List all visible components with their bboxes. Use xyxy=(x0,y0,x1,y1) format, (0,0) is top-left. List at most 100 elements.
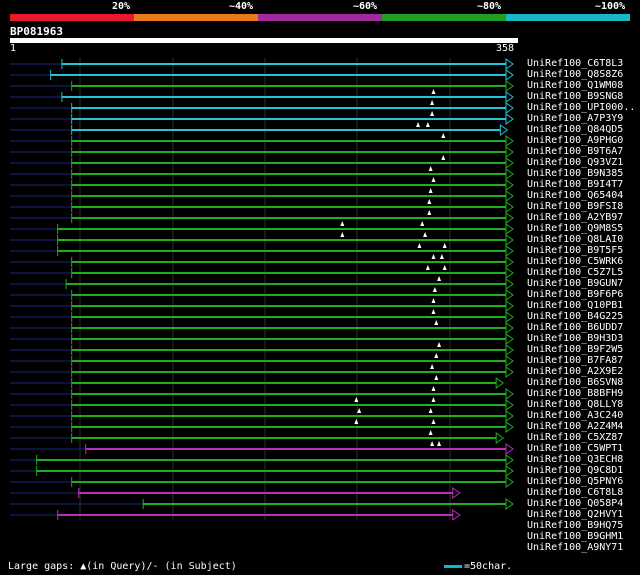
query-gap-marker xyxy=(439,254,444,259)
hit-label[interactable]: UniRef100_B9H3D3 xyxy=(527,333,623,344)
hit-arrow-head xyxy=(499,124,509,136)
hit-label[interactable]: UniRef100_A9NY71 xyxy=(527,542,623,553)
query-gap-marker xyxy=(354,419,359,424)
hit-label[interactable]: UniRef100_Q9M8S5 xyxy=(527,223,623,234)
hit-arrow-head xyxy=(505,58,514,70)
scale-bar xyxy=(444,564,462,568)
hit-label[interactable]: UniRef100_C5WPT1 xyxy=(527,443,623,454)
query-gap-marker xyxy=(430,111,435,116)
hit-arrow-head xyxy=(505,355,514,367)
hit-arrow-head xyxy=(505,410,514,422)
hit-arrow-head xyxy=(505,289,514,301)
hit-label[interactable]: UniRef100_Q10PB1 xyxy=(527,300,623,311)
hit-label[interactable]: UniRef100_B7FA87 xyxy=(527,355,623,366)
hit-arrow-head xyxy=(505,245,514,257)
hit-arrow-head xyxy=(505,333,514,345)
hit-label[interactable]: UniRef100_C6T8L8 xyxy=(527,487,623,498)
hit-label[interactable]: UniRef100_A2X9E2 xyxy=(527,366,623,377)
query-gap-marker xyxy=(423,232,428,237)
hit-label[interactable]: UniRef100_Q93VZ1 xyxy=(527,157,623,168)
query-gap-marker xyxy=(431,386,436,391)
query-gap-marker xyxy=(431,89,436,94)
hit-label[interactable]: UniRef100_Q2HVY1 xyxy=(527,509,623,520)
hit-label[interactable]: UniRef100_Q3ECH8 xyxy=(527,454,623,465)
hit-label[interactable]: UniRef100_B9T5F5 xyxy=(527,245,623,256)
hit-label[interactable]: UniRef100_B9F2W5 xyxy=(527,344,623,355)
query-gap-marker xyxy=(430,100,435,105)
hit-label[interactable]: UniRef100_Q84QD5 xyxy=(527,124,623,135)
query-gap-marker xyxy=(434,353,439,358)
query-gap-marker xyxy=(354,397,359,402)
query-gap-marker xyxy=(417,243,422,248)
query-gap-marker xyxy=(437,342,442,347)
hit-label[interactable]: UniRef100_Q8LAI0 xyxy=(527,234,623,245)
hit-label[interactable]: UniRef100_C6T8L3 xyxy=(527,58,623,69)
hit-arrow-head xyxy=(505,399,514,411)
hit-arrow-head xyxy=(452,509,461,520)
hit-arrow-head xyxy=(505,322,514,334)
hit-label[interactable]: UniRef100_B6SVN8 xyxy=(527,377,623,388)
hit-label[interactable]: UniRef100_B9SNG8 xyxy=(527,91,623,102)
blast-overview-panel: 20% ~40% ~60% ~80% ~100% BP081963 1 358 … xyxy=(0,0,640,575)
hit-label[interactable]: UniRef100_C5XZ87 xyxy=(527,432,623,443)
hit-arrow-head xyxy=(505,388,514,400)
hit-arrow-head xyxy=(505,366,514,378)
hit-label[interactable]: UniRef100_A7P3Y9 xyxy=(527,113,623,124)
query-gap-marker xyxy=(428,166,433,171)
hit-label[interactable]: UniRef100_A9PHG0 xyxy=(527,135,623,146)
hit-label[interactable]: UniRef100_B9HQ75 xyxy=(527,520,623,531)
hit-label[interactable]: UniRef100_B9F6P6 xyxy=(527,289,623,300)
hit-label[interactable]: UniRef100_A2YB97 xyxy=(527,212,623,223)
hit-arrow-head xyxy=(505,102,514,114)
hit-arrow-head xyxy=(495,377,505,389)
hit-arrow-head xyxy=(452,487,461,499)
hit-arrow-head xyxy=(505,344,514,356)
hit-label[interactable]: UniRef100_B9GHM1 xyxy=(527,531,623,542)
query-gap-marker xyxy=(428,188,433,193)
hit-arrow-head xyxy=(505,267,514,279)
hit-label[interactable]: UniRef100_B9I4T7 xyxy=(527,179,623,190)
hit-label[interactable]: UniRef100_A3C240 xyxy=(527,410,623,421)
scale-text: =50char. xyxy=(464,561,513,572)
hit-label[interactable]: UniRef100_B9FSI8 xyxy=(527,201,623,212)
hit-arrow-head xyxy=(505,135,514,147)
hit-arrow-head xyxy=(505,157,514,169)
hit-label[interactable]: UniRef100_Q5PNY6 xyxy=(527,476,623,487)
hit-label[interactable]: UniRef100_B8BFH9 xyxy=(527,388,623,399)
query-gap-marker xyxy=(425,122,430,127)
query-gap-marker xyxy=(431,397,436,402)
query-gap-marker xyxy=(340,221,345,226)
hit-label[interactable]: UniRef100_C5Z7L5 xyxy=(527,267,623,278)
hit-label[interactable]: UniRef100_A2Z4M4 xyxy=(527,421,623,432)
hit-label[interactable]: UniRef100_Q8LLY8 xyxy=(527,399,623,410)
hit-label[interactable]: UniRef100_Q1WM08 xyxy=(527,80,623,91)
hit-arrow-head xyxy=(505,91,514,103)
query-gap-marker xyxy=(441,155,446,160)
hit-label[interactable]: UniRef100_C5WRK6 xyxy=(527,256,623,267)
query-gap-marker xyxy=(431,419,436,424)
hit-arrow-head xyxy=(505,146,514,158)
query-gap-marker xyxy=(441,133,446,138)
hit-label[interactable]: UniRef100_Q8S8Z6 xyxy=(527,69,623,80)
query-gap-marker xyxy=(425,265,430,270)
hit-label[interactable]: UniRef100_UPI000.. xyxy=(527,102,635,113)
hit-arrow-head xyxy=(505,300,514,312)
hit-arrow-head xyxy=(505,256,514,268)
query-gap-marker xyxy=(416,122,421,127)
hit-label[interactable]: UniRef100_Q9C8D1 xyxy=(527,465,623,476)
hit-arrow-head xyxy=(505,476,514,488)
hit-label[interactable]: UniRef100_B9T6A7 xyxy=(527,146,623,157)
hit-arrow-head xyxy=(505,234,514,246)
hit-arrow-head xyxy=(505,113,514,125)
hit-label[interactable]: UniRef100_B9N385 xyxy=(527,168,623,179)
hit-label[interactable]: UniRef100_B6UDD7 xyxy=(527,322,623,333)
hit-label[interactable]: UniRef100_B9GUN7 xyxy=(527,278,623,289)
hit-label[interactable]: UniRef100_Q058P4 xyxy=(527,498,623,509)
query-gap-marker xyxy=(434,375,439,380)
gap-legend: Large gaps: ▲(in Query)/- (in Subject) xyxy=(8,561,237,572)
query-gap-marker xyxy=(431,298,436,303)
hit-arrow-head xyxy=(505,190,514,202)
hit-label[interactable]: UniRef100_Q65404 xyxy=(527,190,623,201)
query-gap-marker xyxy=(427,199,432,204)
hit-label[interactable]: UniRef100_B4G225 xyxy=(527,311,623,322)
